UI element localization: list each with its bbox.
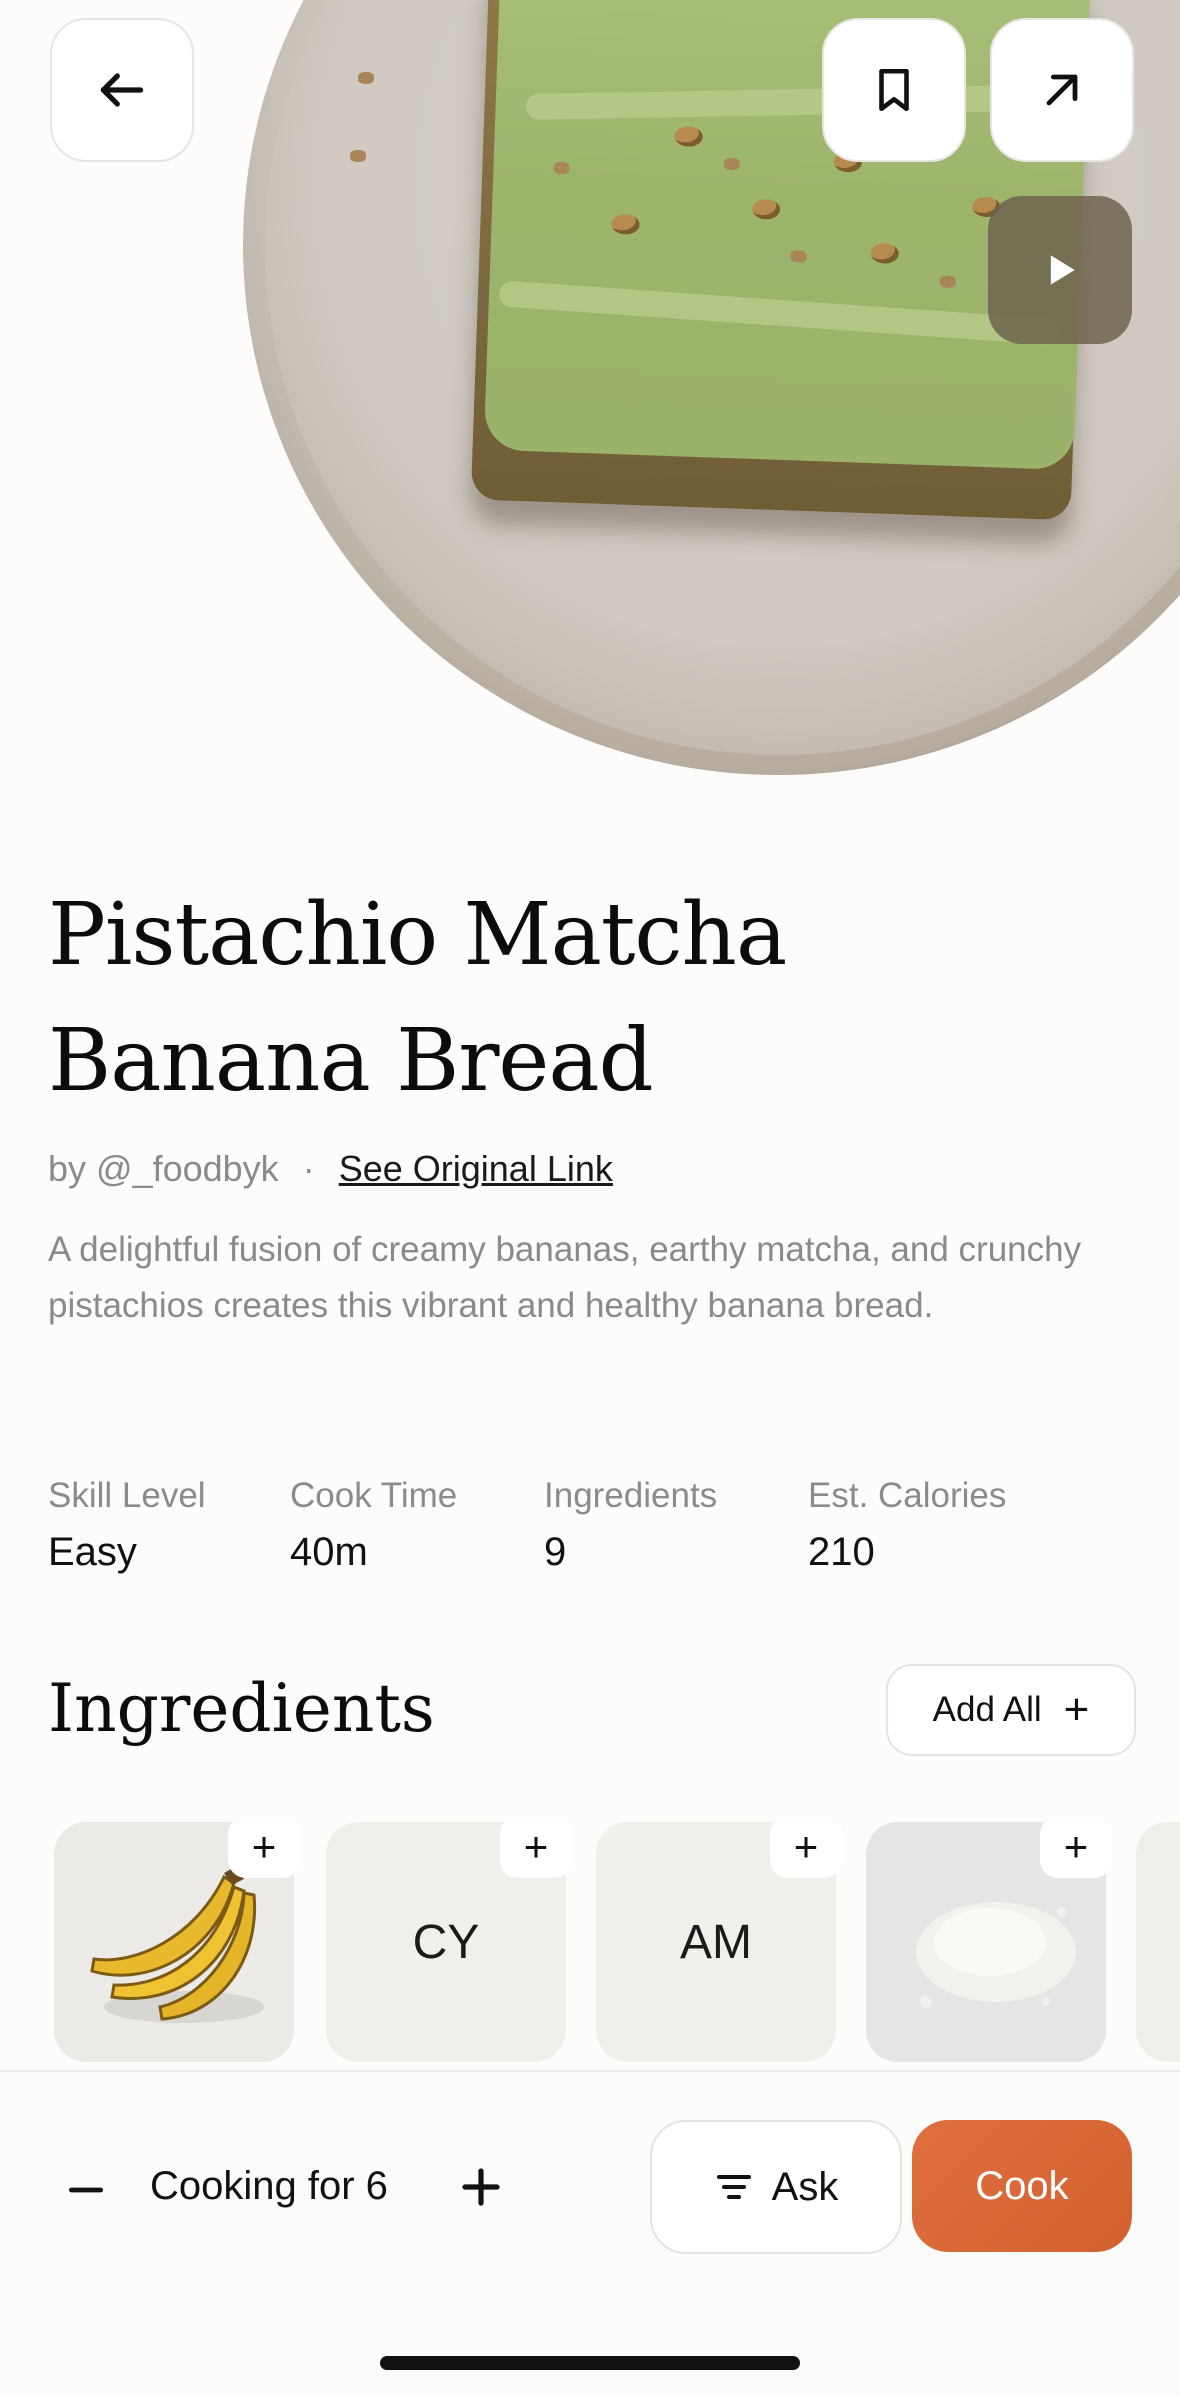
stat-cook-time: Cook Time 40m	[290, 1476, 457, 1575]
ask-label: Ask	[771, 2164, 839, 2209]
plus-icon: +	[1063, 1685, 1090, 1734]
stat-value: 9	[544, 1530, 567, 1574]
bookmark-button[interactable]	[822, 18, 966, 162]
ask-button[interactable]: Ask	[650, 2120, 902, 2254]
increase-servings-button[interactable]	[456, 2162, 506, 2212]
cook-label: Cook	[975, 2163, 1069, 2208]
add-ingredient-button[interactable]: +	[228, 1822, 300, 1878]
ingredient-card-flour[interactable]: +	[866, 1822, 1112, 2062]
stat-skill-level: Skill Level Easy	[48, 1476, 206, 1575]
add-all-button[interactable]: Add All +	[886, 1664, 1136, 1756]
home-indicator[interactable]	[380, 2356, 800, 2370]
byline-separator: ·	[302, 1148, 315, 1189]
plus-icon: +	[523, 1823, 549, 1870]
ingredient-card-partial[interactable]	[1136, 1822, 1180, 2062]
add-all-label: Add All	[932, 1690, 1042, 1729]
arrow-up-right-icon	[1046, 74, 1078, 106]
recipe-stats: Skill Level Easy Cook Time 40m Ingredien…	[0, 1476, 1180, 1586]
plus-icon: +	[1063, 1823, 1089, 1870]
filter-icon	[716, 2175, 751, 2199]
flour-image	[916, 1902, 1076, 2008]
ingredient-initials: CY	[412, 1915, 480, 1969]
ingredient-card-bananas[interactable]: +	[54, 1822, 300, 2062]
add-ingredient-button[interactable]: +	[770, 1822, 842, 1878]
play-icon	[1050, 255, 1075, 285]
ingredient-initials: AM	[680, 1915, 752, 1969]
plus-icon	[462, 2168, 500, 2206]
stat-calories: Est. Calories 210	[808, 1476, 1006, 1575]
plus-icon: +	[793, 1823, 819, 1870]
stat-ingredients: Ingredients 9	[544, 1476, 717, 1575]
share-button[interactable]	[990, 18, 1134, 162]
stat-value: 210	[808, 1530, 875, 1574]
ingredient-card-cy[interactable]: CY +	[326, 1822, 572, 2062]
stat-value: Easy	[48, 1530, 137, 1574]
back-button[interactable]	[50, 18, 194, 162]
servings-label: Cooking for 6	[150, 2164, 388, 2208]
cook-button[interactable]: Cook	[912, 2120, 1132, 2252]
recipe-title-line1: Pistachio Matcha	[48, 885, 787, 985]
ingredients-heading: Ingredients	[48, 1670, 435, 1747]
decrease-servings-button[interactable]	[64, 2168, 108, 2212]
stat-value: 40m	[290, 1530, 368, 1574]
original-link[interactable]: See Original Link	[339, 1148, 613, 1189]
recipe-title: Pistachio Matcha Banana Bread	[48, 872, 948, 1124]
arrow-left-icon	[100, 73, 144, 107]
add-ingredient-button[interactable]: +	[500, 1822, 572, 1878]
add-ingredient-button[interactable]: +	[1040, 1822, 1112, 1878]
author-handle[interactable]: by @_foodbyk	[48, 1148, 279, 1189]
recipe-title-line2: Banana Bread	[48, 1011, 654, 1111]
stat-label: Skill Level	[48, 1476, 206, 1515]
plus-icon: +	[251, 1823, 277, 1870]
stat-label: Est. Calories	[808, 1476, 1007, 1515]
minus-icon	[68, 2187, 104, 2193]
recipe-description: A delightful fusion of creamy bananas, e…	[48, 1230, 1082, 1325]
stat-label: Cook Time	[290, 1476, 458, 1515]
stat-label: Ingredients	[544, 1476, 718, 1515]
ingredient-carousel[interactable]: + CY + AM + +	[0, 1822, 1180, 2062]
play-video-button[interactable]	[988, 196, 1132, 344]
byline: by @_foodbyk · See Original Link	[48, 1148, 613, 1190]
bookmark-icon	[879, 68, 909, 112]
ingredient-card-am[interactable]: AM +	[596, 1822, 842, 2062]
